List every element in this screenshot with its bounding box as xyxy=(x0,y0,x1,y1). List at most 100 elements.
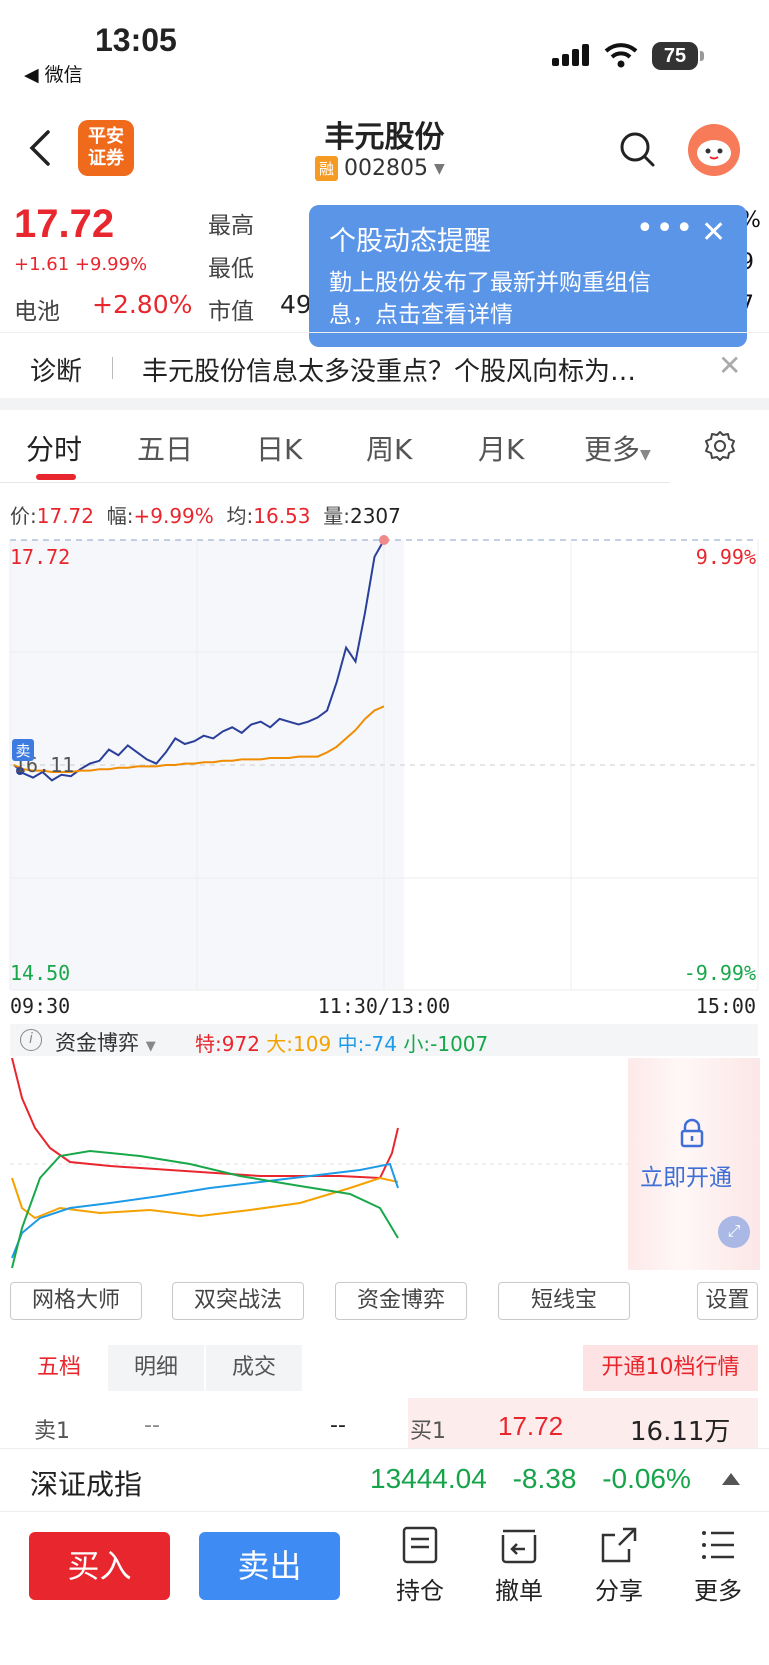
te-label: 特: xyxy=(195,1032,222,1056)
lock-icon xyxy=(680,1118,704,1148)
zhong-label: 中: xyxy=(337,1032,365,1056)
tab-details[interactable]: 明细 xyxy=(108,1345,204,1391)
index-ticker[interactable]: 深证成指 13444.04 -8.38 -0.06% xyxy=(0,1448,769,1512)
sector-label[interactable]: 电池 xyxy=(14,292,60,326)
tab-five-levels[interactable]: 五档 xyxy=(10,1345,108,1391)
more-dots-icon[interactable]: ••• xyxy=(636,211,695,246)
price-change: +1.61 +9.99% xyxy=(14,254,148,275)
index-change: -8.38 xyxy=(512,1463,577,1494)
sector-change[interactable]: +2.80% xyxy=(92,290,192,319)
sell-marker-label: 卖 xyxy=(15,742,30,760)
da-flow-line xyxy=(11,1176,399,1220)
caret-down-icon: ▼ xyxy=(434,160,445,177)
tab-more[interactable]: 更多▼ xyxy=(584,428,651,468)
undo-icon xyxy=(501,1529,537,1564)
mktcap-value: 49 xyxy=(280,290,312,319)
te-number: 972 xyxy=(221,1032,260,1056)
popup-message[interactable]: 勤上股份发布了最新并购重组信息，点击查看详情 xyxy=(329,267,679,331)
te-flow-line xyxy=(11,1058,399,1180)
expand-icon[interactable]: ⤢ xyxy=(718,1216,750,1248)
close-icon[interactable]: ✕ xyxy=(701,215,726,250)
cancel-order-button[interactable]: 撤单 xyxy=(479,1525,559,1606)
fund-game-title-text: 资金博弈 xyxy=(55,1031,139,1055)
zhong-flow-line xyxy=(11,1162,399,1259)
low-label: 最低 xyxy=(208,256,254,282)
da-label: 大: xyxy=(266,1032,294,1056)
index-value: 13444.04 xyxy=(370,1463,487,1494)
xiao-label: 小: xyxy=(403,1032,431,1056)
tool-short-line[interactable]: 短线宝 xyxy=(498,1282,630,1320)
buy-button[interactable]: 买入 xyxy=(29,1532,170,1600)
index-pct: -0.06% xyxy=(602,1463,691,1494)
caret-down-icon: ▼ xyxy=(640,447,651,463)
da-number: 109 xyxy=(293,1032,332,1056)
expand-up-icon[interactable] xyxy=(722,1473,740,1485)
pct-bottom-label: -9.99% xyxy=(684,961,756,985)
mktcap-label: 市值 xyxy=(208,299,254,325)
popup-title: 个股动态提醒 xyxy=(329,226,491,257)
intraday-chart[interactable]: 17.72 16.11 14.50 9.99% -9.99% 09:30 11:… xyxy=(0,520,769,1020)
wifi-icon xyxy=(604,43,638,68)
assistant-avatar-icon[interactable] xyxy=(688,124,740,176)
tool-grid-master[interactable]: 网格大师 xyxy=(10,1282,142,1320)
share-button[interactable]: 分享 xyxy=(579,1525,659,1606)
x-label-midday: 11:30/13:00 xyxy=(318,994,450,1018)
zhong-value: 中:-74 xyxy=(338,1032,397,1056)
share-icon xyxy=(601,1527,637,1563)
battery-cap xyxy=(700,51,704,61)
holdings-button[interactable]: 持仓 xyxy=(380,1525,460,1606)
signal-icon xyxy=(552,44,592,66)
unlock-panel[interactable]: 立即开通 ⤢ xyxy=(628,1058,760,1270)
document-icon xyxy=(402,1526,438,1564)
buy1-volume: 16.11万 xyxy=(630,1417,731,1447)
tab-monthly-k[interactable]: 月K xyxy=(478,428,524,468)
te-value: 特:972 xyxy=(195,1032,260,1056)
divider xyxy=(112,357,113,379)
xiao-number: -1007 xyxy=(430,1032,489,1056)
index-name: 深证成指 xyxy=(30,1468,143,1501)
more-label: 更多 xyxy=(694,1577,742,1605)
avatar-face xyxy=(697,140,731,166)
tab-intraday[interactable]: 分时 xyxy=(26,428,82,468)
active-tab-indicator xyxy=(36,474,76,480)
open-level10-button[interactable]: 开通10档行情 xyxy=(583,1345,758,1391)
x-label-open: 09:30 xyxy=(10,994,70,1018)
stock-code-row[interactable]: 融 002805 ▼ xyxy=(315,156,445,181)
tool-settings[interactable]: 设置 xyxy=(697,1282,758,1320)
cancel-order-label: 撤单 xyxy=(495,1577,543,1605)
holdings-label: 持仓 xyxy=(396,1577,444,1605)
buy1-label: 买1 xyxy=(410,1419,446,1444)
tab-daily-k[interactable]: 日K xyxy=(256,428,302,468)
pct-top-label: 9.99% xyxy=(696,545,756,569)
tab-trades[interactable]: 成交 xyxy=(206,1345,302,1391)
current-price: 17.72 xyxy=(14,202,115,246)
tab-weekly-k[interactable]: 周K xyxy=(366,428,412,468)
back-to-wechat[interactable]: ◀ 微信 xyxy=(24,60,83,87)
tab-five-day[interactable]: 五日 xyxy=(137,428,193,468)
diagnose-text[interactable]: 丰元股份信息太多没重点？个股风向标为… xyxy=(142,351,702,388)
info-icon[interactable]: i xyxy=(20,1029,42,1051)
diagnose-label: 诊断 xyxy=(30,357,83,387)
gear-icon[interactable] xyxy=(704,430,736,462)
fund-game-header[interactable]: i 资金博弈 ▼ 特:972 大:109 中:-74 小:-1007 xyxy=(10,1024,758,1056)
buy1-price: 17.72 xyxy=(498,1411,564,1441)
high-label: 最高 xyxy=(208,213,254,239)
close-icon[interactable]: ✕ xyxy=(718,349,741,382)
diagnose-bar[interactable]: 诊断 丰元股份信息太多没重点？个股风向标为… ✕ xyxy=(0,332,769,398)
search-icon[interactable] xyxy=(618,130,656,168)
section-gap xyxy=(0,398,769,410)
sell-button[interactable]: 卖出 xyxy=(199,1532,340,1600)
unlock-text[interactable]: 立即开通 xyxy=(640,1158,732,1192)
x-label-close: 15:00 xyxy=(696,994,756,1018)
stock-alert-popup[interactable]: 个股动态提醒 ••• ✕ 勤上股份发布了最新并购重组信息，点击查看详情 xyxy=(309,205,747,347)
tool-fund-game[interactable]: 资金博弈 xyxy=(335,1282,467,1320)
fund-game-title[interactable]: 资金博弈 ▼ xyxy=(55,1027,156,1057)
more-button[interactable]: 更多 xyxy=(678,1525,758,1606)
battery-icon: 75 xyxy=(652,42,698,70)
xiao-value: 小:-1007 xyxy=(403,1032,488,1056)
y-top-label: 17.72 xyxy=(10,545,70,569)
tool-double-break[interactable]: 双突战法 xyxy=(172,1282,304,1320)
index-values: 13444.04 -8.38 -0.06% xyxy=(370,1463,691,1495)
status-time: 13:05 xyxy=(95,22,177,58)
tab-divider xyxy=(0,482,670,483)
